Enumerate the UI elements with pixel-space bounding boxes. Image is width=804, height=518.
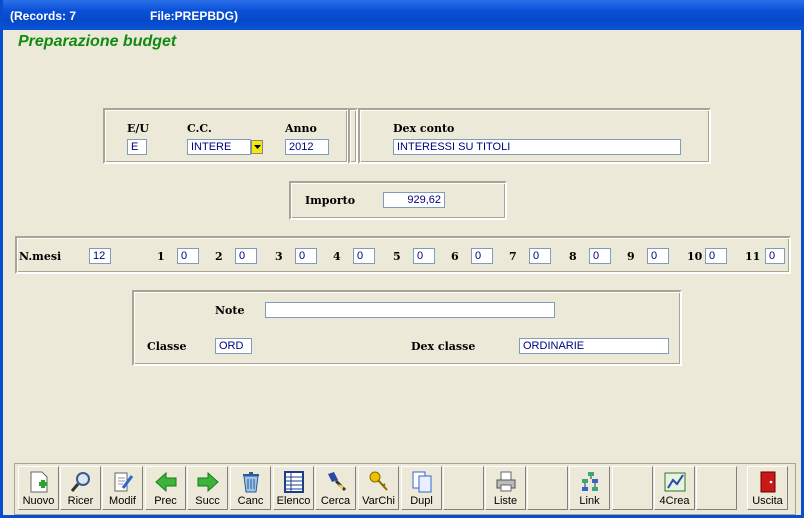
note-field[interactable] xyxy=(265,302,555,318)
month-4-label: 4 xyxy=(333,250,341,263)
month-9-field[interactable]: 0 xyxy=(647,248,669,264)
uscita-button[interactable]: Uscita xyxy=(747,466,788,510)
empty-slot-button-4 xyxy=(696,466,737,510)
month-2-field[interactable]: 0 xyxy=(235,248,257,264)
dex-conto-label: Dex conto xyxy=(393,122,455,135)
eu-label: E/U xyxy=(127,122,149,135)
succ-button[interactable]: Succ xyxy=(187,466,228,510)
anno-label: Anno xyxy=(285,122,317,135)
page-title: Preparazione budget xyxy=(18,33,177,50)
keys-icon xyxy=(369,471,388,491)
account-divider xyxy=(348,108,358,164)
flashlight-icon xyxy=(328,472,347,492)
account-group xyxy=(103,108,349,164)
month-7-field[interactable]: 0 xyxy=(529,248,551,264)
nmesi-field[interactable]: 12 xyxy=(89,248,111,264)
nmesi-label: N.mesi xyxy=(19,250,62,263)
month-6-field[interactable]: 0 xyxy=(471,248,493,264)
month-2-label: 2 xyxy=(215,250,223,263)
list-icon xyxy=(284,471,304,493)
nuovo-button[interactable]: Nuovo xyxy=(18,466,59,510)
empty-slot-button-3 xyxy=(612,466,653,510)
month-3-label: 3 xyxy=(275,250,283,263)
month-5-field[interactable]: 0 xyxy=(413,248,435,264)
month-10-field[interactable]: 0 xyxy=(705,248,727,264)
dex-classe-field[interactable]: ORDINARIE xyxy=(519,338,669,354)
month-6-label: 6 xyxy=(451,250,459,263)
arrow-left-icon xyxy=(155,471,177,493)
month-4-field[interactable]: 0 xyxy=(353,248,375,264)
cc-field[interactable]: INTERE xyxy=(187,139,251,155)
dex-conto-group xyxy=(358,108,711,164)
dupl-button[interactable]: Dupl xyxy=(401,466,442,510)
chevron-down-icon xyxy=(254,145,261,149)
classe-label: Classe xyxy=(147,340,187,353)
dex-classe-label: Dex classe xyxy=(411,340,476,353)
elenco-button[interactable]: Elenco xyxy=(273,466,314,510)
new-document-icon xyxy=(30,471,48,493)
importo-label: Importo xyxy=(305,194,356,207)
month-9-label: 9 xyxy=(627,250,635,263)
empty-slot-button xyxy=(443,466,484,510)
file-name: File:PREPBDG) xyxy=(150,9,239,23)
month-1-field[interactable]: 0 xyxy=(177,248,199,264)
month-11-label: 11 xyxy=(745,250,761,263)
month-3-field[interactable]: 0 xyxy=(295,248,317,264)
classe-field[interactable]: ORD xyxy=(215,338,252,354)
month-8-label: 8 xyxy=(569,250,577,263)
canc-button[interactable]: Canc xyxy=(230,466,271,510)
cerca-button[interactable]: Cerca xyxy=(315,466,356,510)
month-10-label: 10 xyxy=(687,250,703,263)
records-count: (Records: 7 xyxy=(10,9,77,23)
dex-conto-field[interactable]: INTERESSI SU TITOLI xyxy=(393,139,681,155)
edit-icon xyxy=(114,472,134,492)
cc-dropdown-button[interactable] xyxy=(251,140,263,154)
app-window: (Records: 7 File:PREPBDG) Preparazione b… xyxy=(0,0,804,518)
liste-button[interactable]: Liste xyxy=(485,466,526,510)
link-button[interactable]: Link xyxy=(569,466,610,510)
arrow-right-icon xyxy=(197,471,219,493)
trash-icon xyxy=(243,472,259,493)
month-5-label: 5 xyxy=(393,250,401,263)
toolbar: Nuovo Ricer Modif Prec Succ Canc Elenco xyxy=(14,463,796,515)
search-icon xyxy=(70,472,90,492)
link-tree-icon xyxy=(582,472,598,491)
month-1-label: 1 xyxy=(157,250,165,263)
duplicate-icon xyxy=(412,471,432,493)
month-11-field[interactable]: 0 xyxy=(765,248,785,264)
note-label: Note xyxy=(215,304,245,317)
importo-field[interactable]: 929,62 xyxy=(383,192,445,208)
cc-label: C.C. xyxy=(187,122,212,135)
prec-button[interactable]: Prec xyxy=(145,466,186,510)
months-group xyxy=(15,236,791,274)
eu-field[interactable]: E xyxy=(127,139,147,155)
modif-button[interactable]: Modif xyxy=(102,466,143,510)
ricer-button[interactable]: Ricer xyxy=(60,466,101,510)
exit-door-icon xyxy=(760,471,776,493)
crea4-button[interactable]: 4Crea xyxy=(654,466,695,510)
anno-field[interactable]: 2012 xyxy=(285,139,329,155)
varchi-button[interactable]: VarChi xyxy=(358,466,399,510)
title-bar: (Records: 7 File:PREPBDG) xyxy=(3,0,804,30)
month-7-label: 7 xyxy=(509,250,517,263)
chart-build-icon xyxy=(664,472,686,492)
empty-slot-button-2 xyxy=(527,466,568,510)
printer-icon xyxy=(496,471,516,492)
month-8-field[interactable]: 0 xyxy=(589,248,611,264)
